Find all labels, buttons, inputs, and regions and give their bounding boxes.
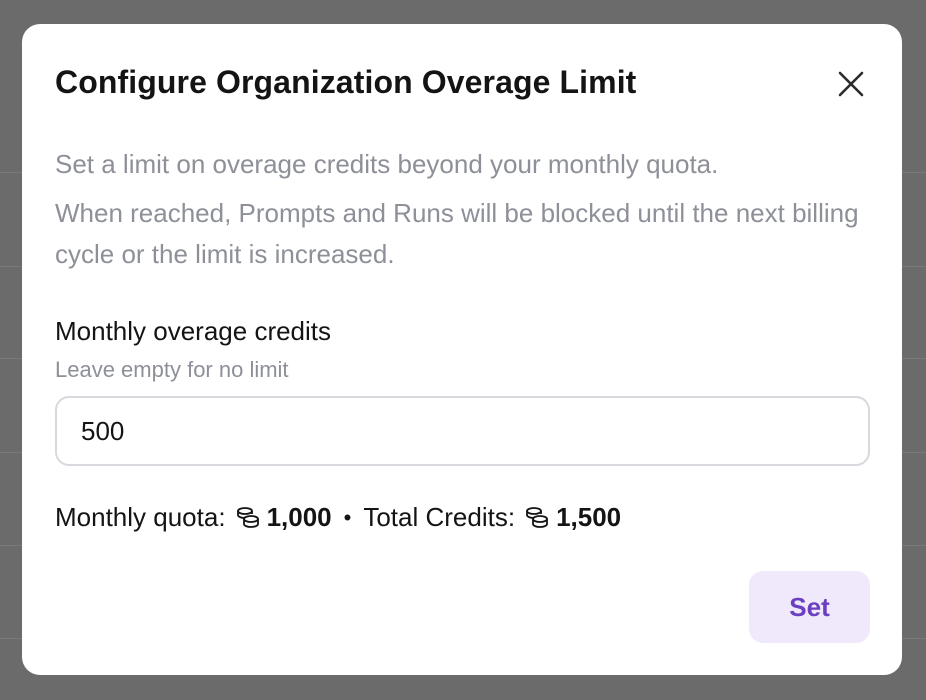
close-icon [838,71,864,97]
overage-credits-hint: Leave empty for no limit [55,357,289,382]
total-credits-label: Total Credits: [363,502,516,532]
overage-limit-dialog: Configure Organization Overage Limit Set… [22,24,902,675]
coins-icon [524,505,550,531]
coins-icon [235,505,261,531]
separator-dot: • [343,504,352,530]
total-credits-value: 1,500 [556,502,622,532]
credits-summary: Monthly quota: 1,000 • Total Credits: 1,… [55,502,621,533]
monthly-quota-label: Monthly quota: [55,502,226,532]
overage-credits-input[interactable] [55,396,870,466]
set-button[interactable]: Set [749,571,870,643]
dialog-title: Configure Organization Overage Limit [55,64,637,100]
monthly-quota-value: 1,000 [266,502,332,532]
overage-credits-label: Monthly overage credits [55,316,332,346]
dialog-description-detail: When reached, Prompts and Runs will be b… [55,198,859,269]
dialog-description: Set a limit on overage credits beyond yo… [55,149,719,179]
close-button[interactable] [834,67,868,101]
